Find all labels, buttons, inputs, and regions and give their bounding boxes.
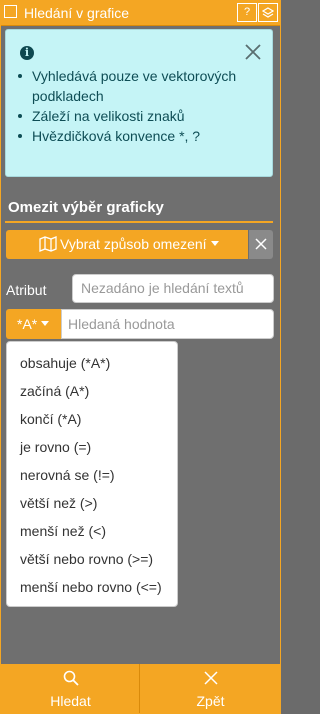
operator-option[interactable]: nerovná se (!=) xyxy=(20,467,115,483)
info-item: Záleží na velikosti znaků xyxy=(18,106,268,126)
panel-title: Hledání v grafice xyxy=(24,5,130,21)
attribute-input[interactable]: Nezadáno je hledání textů xyxy=(72,274,274,303)
attribute-label: Atribut xyxy=(6,282,47,298)
operator-option[interactable]: větší nebo rovno (>=) xyxy=(20,551,153,567)
chevron-down-icon xyxy=(41,321,49,326)
info-item: Hvězdičková konvence *, ? xyxy=(18,126,268,146)
info-icon: i xyxy=(20,46,34,60)
close-icon xyxy=(204,671,218,685)
help-button[interactable]: ? xyxy=(237,3,257,22)
layers-button[interactable] xyxy=(258,3,278,22)
operator-option[interactable]: končí (*A) xyxy=(20,411,81,427)
panel-header: Hledání v grafice ? xyxy=(1,1,280,26)
info-box: i Vyhledává pouze ve vektorových podklad… xyxy=(5,29,273,177)
search-panel: Hledání v grafice ? i Vyhledává pouze ve… xyxy=(0,0,281,714)
info-item: Vyhledává pouze ve vektorových podkladec… xyxy=(18,66,268,106)
map-icon xyxy=(39,236,57,252)
clear-selection-button[interactable] xyxy=(249,230,273,259)
back-button[interactable]: Zpět xyxy=(141,664,280,713)
selection-mode-label: Vybrat způsob omezení xyxy=(60,236,207,252)
section-title: Omezit výběr graficky xyxy=(8,199,164,216)
search-value-input[interactable]: Hledaná hodnota xyxy=(61,309,274,339)
operator-option[interactable]: je rovno (=) xyxy=(20,439,91,455)
close-icon xyxy=(255,238,267,250)
section-divider xyxy=(5,221,273,223)
operator-option[interactable]: obsahuje (*A*) xyxy=(20,355,110,371)
back-button-label: Zpět xyxy=(196,693,225,709)
operator-menu: obsahuje (*A*) začíná (A*) končí (*A) je… xyxy=(6,341,178,607)
panel-footer: Hledat Zpět xyxy=(1,664,280,713)
search-icon xyxy=(63,670,79,686)
operator-option[interactable]: začíná (A*) xyxy=(20,383,89,399)
search-button-label: Hledat xyxy=(50,693,91,709)
operator-option[interactable]: menší nebo rovno (<=) xyxy=(20,579,162,595)
close-icon[interactable] xyxy=(243,42,263,62)
search-window-icon xyxy=(4,5,17,18)
operator-option[interactable]: větší než (>) xyxy=(20,495,97,511)
info-list: Vyhledává pouze ve vektorových podkladec… xyxy=(6,66,268,146)
operator-option[interactable]: menší než (<) xyxy=(20,523,106,539)
help-icon: ? xyxy=(243,6,251,18)
chevron-down-icon xyxy=(211,241,219,246)
operator-label: *A* xyxy=(17,316,38,332)
operator-dropdown-button[interactable]: *A* xyxy=(6,309,61,339)
layers-icon xyxy=(261,7,275,18)
selection-mode-button[interactable]: Vybrat způsob omezení xyxy=(6,230,248,259)
search-button[interactable]: Hledat xyxy=(1,664,140,713)
